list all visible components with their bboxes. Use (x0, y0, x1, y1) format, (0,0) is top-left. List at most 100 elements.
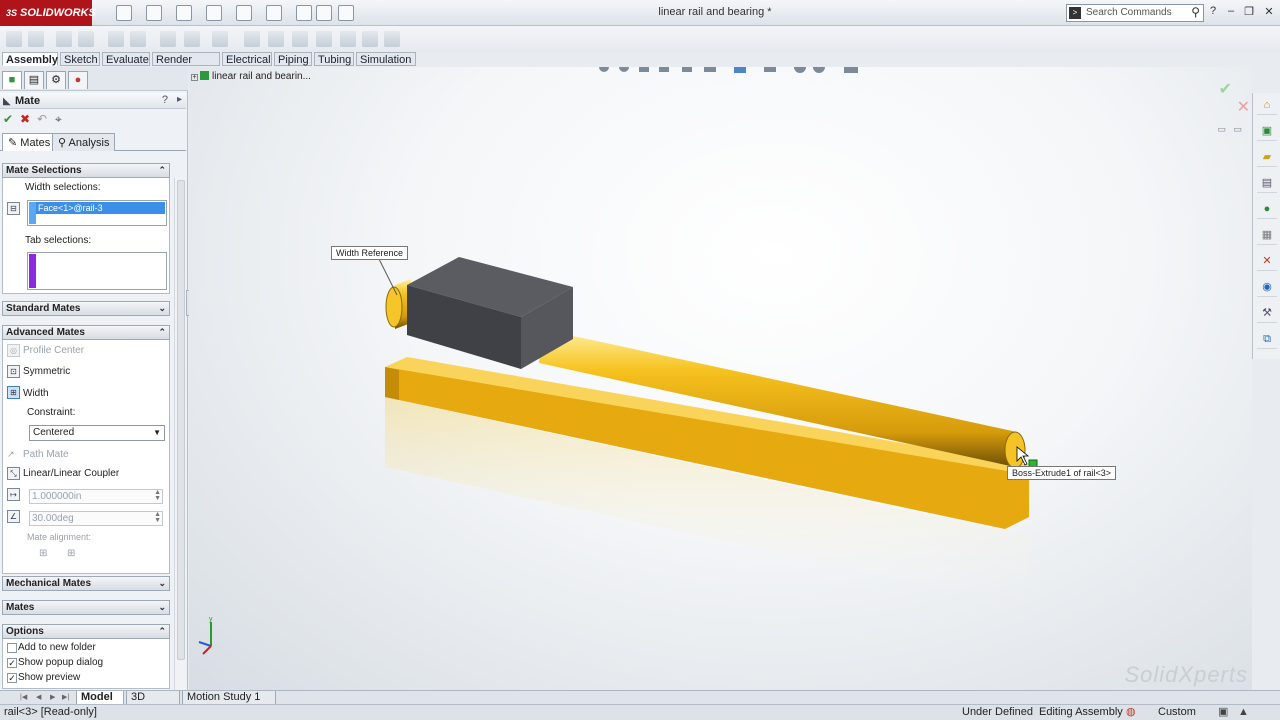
rebuild-status-icon[interactable]: ◍ (1126, 705, 1136, 720)
show-hidden-icon[interactable] (160, 31, 176, 47)
file-explorer-icon[interactable]: ▰ (1257, 147, 1277, 167)
rod-back-face[interactable] (385, 286, 403, 328)
feature-manager-tab[interactable]: ■ (2, 71, 22, 89)
width-selections-list[interactable]: Face<1>@rail-3 (27, 200, 167, 226)
collapse-icon[interactable]: ▸ (177, 94, 182, 105)
tab-selections-list[interactable] (27, 252, 167, 290)
show-preview-checkbox[interactable]: ✓ (7, 673, 17, 683)
tab-assembly[interactable]: Assembly (2, 52, 58, 66)
next-tab-arrow-icon[interactable]: ▶ (50, 693, 55, 701)
tab-render-tools[interactable]: Render Tools (152, 52, 220, 80)
update-speedpak-icon[interactable] (362, 31, 378, 47)
advanced-mates-header[interactable]: Advanced Mates ⌃ (2, 325, 170, 340)
tab-3d-views[interactable]: 3D Views (126, 691, 180, 716)
take-snapshot-icon[interactable] (384, 31, 400, 47)
options-header[interactable]: Options ⌃ (2, 624, 170, 639)
move-component-icon[interactable] (130, 31, 146, 47)
previous-tab-arrow-icon[interactable]: ◀ (36, 693, 41, 701)
constraint-select[interactable]: Centered ▼ (29, 425, 165, 441)
close-button[interactable]: ✕ (1262, 5, 1276, 18)
display-manager-tab[interactable]: ● (68, 71, 88, 89)
standard-mates-header[interactable]: Standard Mates ⌄ (2, 301, 170, 316)
add-to-folder-checkbox[interactable] (7, 643, 17, 653)
mate-icon[interactable] (28, 31, 44, 47)
plugins-icon[interactable]: ⧉ (1257, 329, 1277, 349)
rail-and-bearing-model[interactable] (189, 67, 1252, 690)
viewport-minimize-icon[interactable]: ▭ (1217, 124, 1226, 135)
tab-simulation[interactable]: Simulation (356, 52, 416, 66)
search-commands-input[interactable]: > Search Commands ⚲ (1066, 4, 1204, 22)
bill-of-materials-icon[interactable] (268, 31, 284, 47)
distance-input[interactable]: 1.000000in ▲ ▼ (29, 489, 163, 504)
configuration-manager-tab[interactable]: ⚙ (46, 71, 66, 89)
angle-input[interactable]: 30.00deg ▲ ▼ (29, 511, 163, 526)
cancel-button[interactable]: ✖ (20, 112, 30, 126)
show-popup-checkbox[interactable]: ✓ (7, 658, 17, 668)
exploded-view-icon[interactable] (292, 31, 308, 47)
property-manager-actions: ✔ ✖ ↶ ⌖ (0, 111, 186, 129)
property-manager-tab[interactable]: ▤ (24, 71, 44, 89)
tab-piping[interactable]: Piping (274, 52, 312, 66)
rod-end-face[interactable] (1004, 431, 1026, 469)
tab-evaluate[interactable]: Evaluate (102, 52, 150, 66)
tab-electrical[interactable]: Electrical (222, 52, 272, 66)
confirm-corner-ok-icon[interactable]: ✔ (1219, 79, 1232, 99)
viewport-maximize-icon[interactable]: ▭ (1233, 124, 1242, 135)
solidworks-resources-icon[interactable]: ⌂ (1257, 95, 1277, 115)
search-icon[interactable]: ⚲ (1191, 5, 1200, 19)
spinner-icon[interactable]: ▲ ▼ (154, 489, 161, 502)
first-tab-arrow-icon[interactable]: |◀ (20, 693, 27, 701)
graphics-viewport[interactable]: + linear rail and bearin... Width Refere… (189, 67, 1252, 690)
linear-pattern-icon[interactable] (78, 31, 94, 47)
smart-fasteners-icon[interactable] (108, 31, 124, 47)
spinner-icon[interactable]: ▲ ▼ (154, 511, 161, 524)
profile-center-option[interactable]: Profile Center (23, 345, 84, 356)
ok-button[interactable]: ✔ (3, 112, 13, 126)
tab-motion-study[interactable]: Motion Study 1 (182, 691, 276, 705)
assembly-features-icon[interactable] (184, 31, 200, 47)
mates-header[interactable]: Mates ⌄ (2, 600, 170, 615)
3dcontentcentral-icon[interactable]: ◉ (1257, 277, 1277, 297)
panel-scrollbar[interactable] (174, 178, 186, 690)
mechanical-mates-header[interactable]: Mechanical Mates ⌄ (2, 576, 170, 591)
restore-button[interactable]: ❐ (1242, 5, 1256, 18)
selected-face-item[interactable]: Face<1>@rail-3 (29, 202, 165, 214)
aligned-button[interactable]: ⊞ (39, 548, 47, 559)
width-option[interactable]: Width (23, 388, 49, 399)
linear-coupler-option[interactable]: Linear/Linear Coupler (23, 468, 119, 479)
tab-mates[interactable]: ✎ Mates (2, 133, 57, 151)
help-icon[interactable]: ? (1206, 5, 1220, 17)
insert-component-icon[interactable] (6, 31, 22, 47)
view-palette-icon[interactable]: ▤ (1257, 173, 1277, 193)
symmetric-option[interactable]: Symmetric (23, 366, 70, 377)
tab-sketch[interactable]: Sketch (60, 52, 100, 66)
component-preview-icon[interactable] (56, 31, 72, 47)
reference-geometry-icon[interactable] (212, 31, 228, 47)
confirm-corner-cancel-icon[interactable]: ✕ (1237, 97, 1250, 117)
instant3d-icon[interactable] (340, 31, 356, 47)
undo-button[interactable]: ↶ (37, 112, 47, 126)
mate-selections-header[interactable]: Mate Selections ⌃ (2, 163, 170, 178)
design-library-icon[interactable]: ▣ (1257, 121, 1277, 141)
tab-tubing[interactable]: Tubing (314, 52, 354, 66)
help-icon[interactable]: ? (162, 94, 168, 106)
display-icon: ● (74, 74, 82, 86)
minimize-button[interactable]: – (1224, 5, 1238, 17)
tab-analysis[interactable]: ⚲ Analysis (52, 133, 116, 151)
custom-properties-icon[interactable]: ▦ (1257, 225, 1277, 245)
anti-aligned-button[interactable]: ⊞ (67, 548, 75, 559)
scrollbar-thumb[interactable] (177, 180, 185, 660)
explode-line-icon[interactable] (316, 31, 332, 47)
solidworks-forum-icon[interactable]: ✕ (1257, 251, 1277, 271)
units-selector[interactable]: Custom (1158, 705, 1196, 720)
tab-model[interactable]: Model (76, 691, 124, 705)
last-tab-arrow-icon[interactable]: ▶| (62, 693, 69, 701)
path-mate-option[interactable]: Path Mate (23, 449, 69, 460)
new-motion-study-icon[interactable] (244, 31, 260, 47)
pin-icon[interactable]: ⌖ (55, 112, 62, 127)
quick-tips-icon[interactable]: ▣ (1218, 705, 1228, 720)
units-dropdown-icon[interactable]: ▲ (1238, 705, 1249, 720)
angle-icon: ∠ (7, 510, 20, 523)
appearances-icon[interactable]: ● (1257, 199, 1277, 219)
toolbox-icon[interactable]: ⚒ (1257, 303, 1277, 323)
